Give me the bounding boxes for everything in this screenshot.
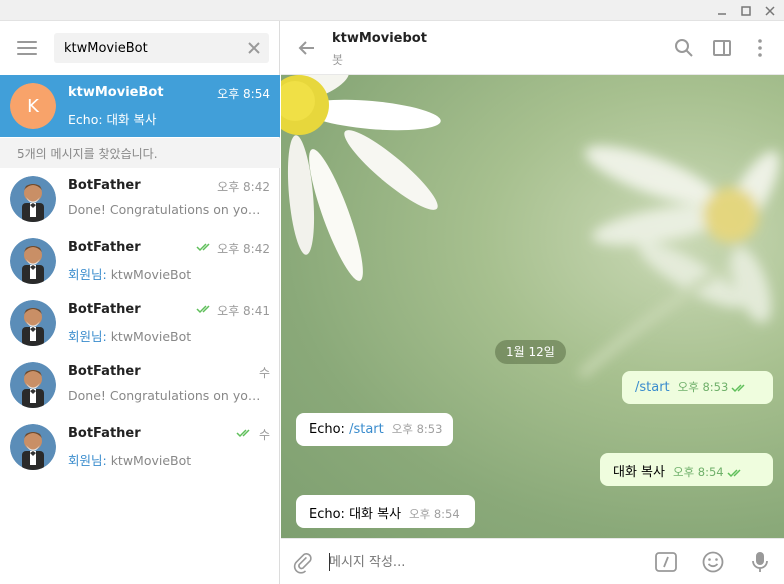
avatar (10, 424, 56, 470)
message-composer (281, 538, 784, 584)
maximize-button[interactable] (736, 0, 756, 21)
chat-preview-sender: 회원님: (68, 329, 107, 344)
botfather-avatar-icon (10, 300, 56, 346)
chat-time: 오후 8:42 (217, 242, 270, 256)
chat-preview-text: Done! Congratulations on your ... (68, 388, 268, 403)
close-icon (765, 5, 775, 16)
maximize-icon (741, 5, 751, 16)
message-command[interactable]: /start (635, 380, 670, 395)
chat-item-ktwmoviebot[interactable]: K ktwMovieBot 오후 8:54 Echo: 대화 복사 (0, 75, 280, 137)
double-check-icon (731, 384, 745, 393)
chat-name: BotFather (68, 426, 141, 441)
chat-name: BotFather (68, 240, 141, 255)
search-icon[interactable] (674, 38, 694, 58)
chat-time: 오후 8:41 (217, 304, 270, 318)
chat-item-botfather[interactable]: BotFather 오후 8:41 회원님: ktwMovieBot (0, 292, 280, 354)
message-time: 오후 8:54 (409, 507, 460, 521)
chat-time: 오후 8:54 (217, 87, 270, 101)
conversation-title: ktwMoviebot (332, 31, 427, 46)
double-check-icon (196, 243, 210, 252)
chat-name: BotFather (68, 178, 141, 193)
outgoing-message[interactable]: /start 오후 8:53 (622, 371, 773, 404)
incoming-message[interactable]: Echo: 대화 복사 오후 8:54 (296, 495, 475, 528)
botfather-avatar-icon (10, 176, 56, 222)
double-check-icon (236, 429, 250, 438)
search-input[interactable] (64, 38, 234, 58)
clear-search-icon[interactable] (247, 41, 261, 55)
incoming-message[interactable]: Echo: /start 오후 8:53 (296, 413, 453, 446)
chat-name: ktwMovieBot (68, 85, 164, 100)
message-command[interactable]: /start (349, 422, 384, 437)
chat-preview: Done! Congratulations on your ... (68, 388, 268, 403)
window-titlebar (0, 0, 784, 21)
avatar (10, 176, 56, 222)
search-box (54, 33, 269, 63)
sidebar-toggle-icon[interactable] (712, 38, 732, 58)
chat-item-botfather[interactable]: BotFather 오후 8:42 Done! Congratulations … (0, 168, 280, 230)
message-input[interactable] (329, 551, 629, 573)
menu-icon[interactable] (17, 41, 37, 55)
chat-preview: Done! Congratulations on your ... (68, 202, 268, 217)
outgoing-message[interactable]: 대화 복사 오후 8:54 (600, 453, 773, 486)
chat-preview: 회원님: ktwMovieBot (68, 450, 268, 469)
bot-commands-icon[interactable] (655, 551, 677, 573)
date-separator: 1월 12일 (495, 340, 566, 364)
message-time: 오후 8:53 (391, 422, 443, 436)
avatar (10, 238, 56, 284)
avatar: K (10, 83, 56, 129)
more-options-icon[interactable] (750, 38, 770, 58)
emoji-icon[interactable] (702, 551, 724, 573)
botfather-avatar-icon (10, 362, 56, 408)
chat-name: BotFather (68, 302, 141, 317)
avatar (10, 300, 56, 346)
chat-preview-text: ktwMovieBot (106, 267, 192, 282)
double-check-icon (727, 469, 741, 478)
chat-preview: 회원님: ktwMovieBot (68, 264, 268, 283)
chat-preview-text: ktwMovieBot (106, 453, 192, 468)
chat-time: 오후 8:42 (217, 180, 270, 194)
message-time: 오후 8:54 (672, 465, 724, 479)
chat-time: 수 (258, 366, 270, 380)
chat-item-botfather[interactable]: BotFather 수 회원님: ktwMovieBot (0, 416, 280, 478)
chat-time: 수 (258, 428, 270, 442)
avatar (10, 362, 56, 408)
chat-preview-sender: 회원님: (68, 267, 107, 282)
avatar-letter: K (10, 83, 56, 129)
conversation-subtitle: 봇 (332, 53, 344, 67)
back-arrow-icon[interactable] (297, 38, 317, 58)
message-text: 대화 복사 (613, 465, 665, 480)
double-check-icon (196, 305, 210, 314)
conversation-header: ktwMoviebot 봇 (281, 21, 784, 75)
botfather-avatar-icon (10, 424, 56, 470)
chat-list-panel: K ktwMovieBot 오후 8:54 Echo: 대화 복사 5개의 메시… (0, 21, 280, 584)
chat-background: 1월 12일 /start 오후 8:53 Echo: /start 오후 8:53… (281, 75, 784, 538)
botfather-avatar-icon (10, 238, 56, 284)
chat-item-botfather[interactable]: BotFather 오후 8:42 회원님: ktwMovieBot (0, 230, 280, 292)
chat-name: BotFather (68, 364, 141, 379)
chat-item-botfather[interactable]: BotFather 수 Done! Congratulations on you… (0, 354, 280, 416)
minimize-button[interactable] (712, 0, 732, 21)
close-window-button[interactable] (760, 0, 780, 21)
conversation-panel: ktwMoviebot 봇 1월 12일 /start 오후 8:53 Echo… (281, 21, 784, 584)
message-text: Echo: (309, 422, 350, 437)
chat-preview: 회원님: ktwMovieBot (68, 326, 268, 345)
message-time: 오후 8:53 (677, 380, 729, 394)
attach-icon[interactable] (292, 552, 314, 574)
chat-preview-text: Echo: 대화 복사 (68, 112, 157, 127)
microphone-icon[interactable] (749, 551, 771, 573)
chat-list-header (0, 21, 280, 75)
chat-preview-text: Done! Congratulations on your ... (68, 202, 268, 217)
chat-preview-text: ktwMovieBot (106, 329, 192, 344)
search-results-count: 5개의 메시지를 찾았습니다. (0, 138, 280, 168)
minimize-icon (718, 12, 726, 15)
chat-preview: Echo: 대화 복사 (68, 109, 268, 128)
message-text: Echo: 대화 복사 (309, 507, 402, 522)
chat-preview-sender: 회원님: (68, 453, 107, 468)
